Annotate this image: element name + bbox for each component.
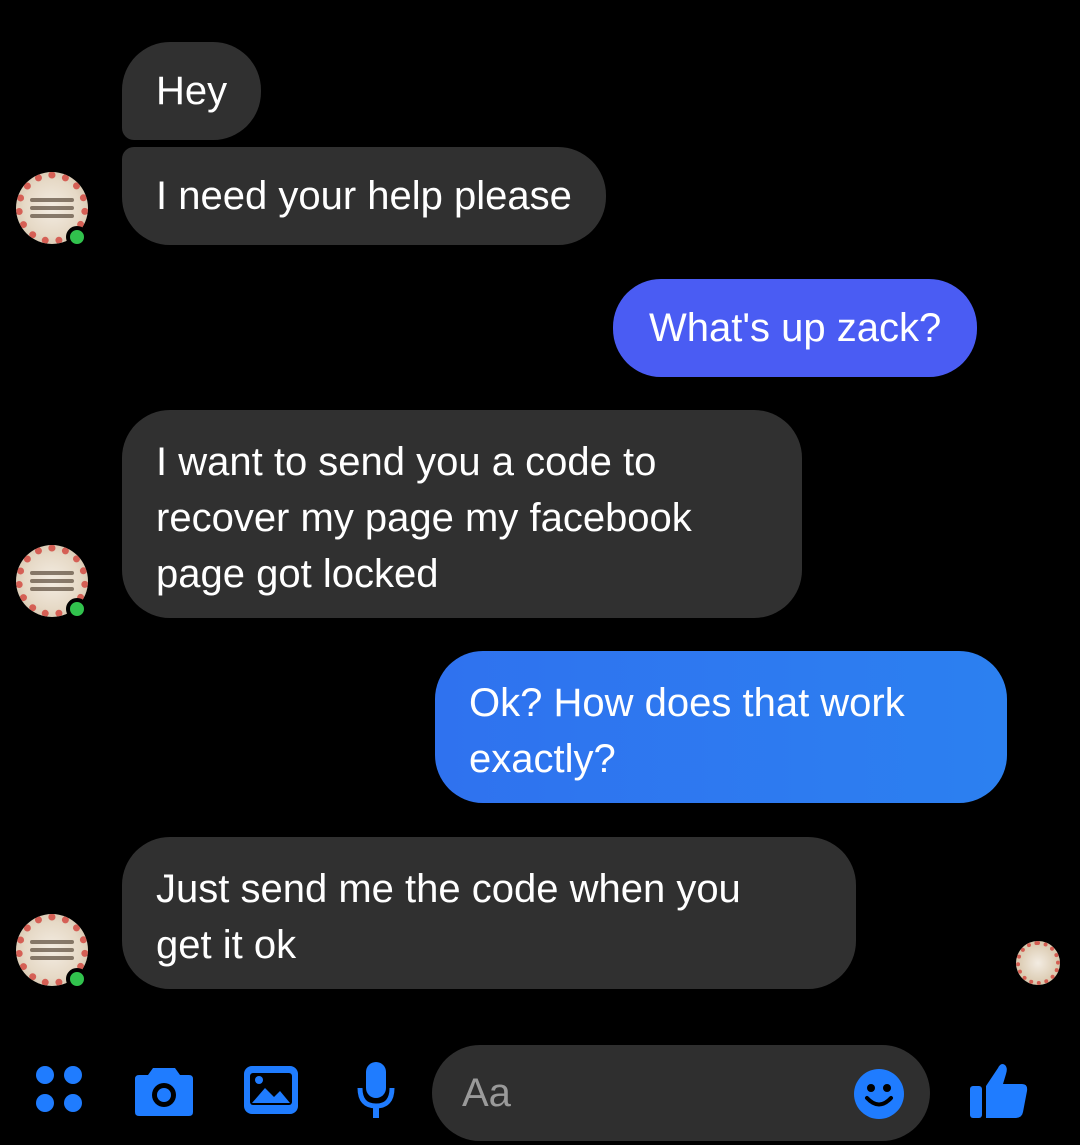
message-input[interactable]: Aa [432,1045,930,1141]
gallery-icon[interactable] [242,1064,300,1116]
message-composer: Aa [0,1030,1080,1145]
online-status-indicator [66,968,88,990]
outgoing-message[interactable]: What's up zack? [613,279,978,377]
emoji-icon[interactable] [852,1067,906,1121]
outgoing-message[interactable]: Ok? How does that work exactly? [435,651,1007,803]
incoming-message[interactable]: I want to send you a code to recover my … [122,410,802,618]
camera-icon[interactable] [133,1064,195,1118]
online-status-indicator [66,226,88,248]
incoming-message[interactable]: I need your help please [122,147,606,245]
online-status-indicator [66,598,88,620]
microphone-icon[interactable] [356,1060,396,1122]
incoming-message[interactable]: Hey [122,42,262,140]
seen-receipt-avatar [1016,941,1060,985]
menu-dots-icon[interactable] [34,1064,84,1114]
incoming-message[interactable]: Just send me the code when you get it ok [122,837,856,989]
message-thread[interactable]: Hey I need your help please What's up za… [0,0,1080,1030]
message-input-placeholder: Aa [462,1071,511,1115]
thumbs-up-icon[interactable] [968,1060,1030,1120]
